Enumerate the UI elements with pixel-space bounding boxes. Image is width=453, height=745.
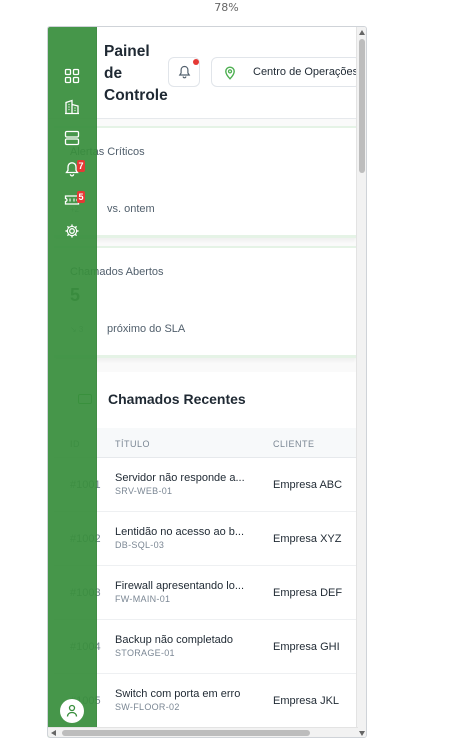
vertical-scroll-thumb[interactable] xyxy=(359,39,365,173)
zoom-level: 78% xyxy=(214,1,239,14)
scroll-left-arrow[interactable] xyxy=(51,730,56,736)
ticket-host: STORAGE-01 xyxy=(115,648,175,658)
location-label: Centro de Operações xyxy=(253,66,359,78)
sidebar-item-dashboard[interactable] xyxy=(62,66,82,86)
table-row[interactable]: #1002 Lentidão no acesso ao b... DB-SQL-… xyxy=(54,512,356,566)
card-note: próximo do SLA xyxy=(107,323,186,335)
location-selector[interactable]: Centro de Operações xyxy=(211,57,361,87)
card-divider xyxy=(54,355,356,358)
table-row[interactable]: #1003 Firewall apresentando lo... FW-MAI… xyxy=(54,566,356,620)
ticket-client: Empresa ABC xyxy=(273,479,343,491)
card-note: vs. ontem xyxy=(107,203,155,215)
building-icon xyxy=(65,99,79,115)
notifications-button[interactable] xyxy=(168,57,200,87)
ticket-title: Backup não completado xyxy=(115,634,234,646)
ticket-host: SRV-WEB-01 xyxy=(115,486,173,496)
column-header-title: TÍTULO xyxy=(115,439,151,449)
scroll-up-arrow[interactable] xyxy=(359,30,365,35)
tickets-count-badge: 5 xyxy=(77,191,85,203)
bell-icon xyxy=(178,65,191,79)
ticket-host: FW-MAIN-01 xyxy=(115,594,171,604)
ticket-title: Lentidão no acesso ao b... xyxy=(115,526,245,538)
ticket-client: Empresa GHI xyxy=(273,641,340,653)
sidebar-item-alerts[interactable]: 7 xyxy=(62,159,85,179)
table-row[interactable]: #1001 Servidor não responde a... SRV-WEB… xyxy=(54,458,356,512)
table-row[interactable]: #1005 Switch com porta em erro SW-FLOOR-… xyxy=(54,674,356,728)
user-profile-button[interactable] xyxy=(60,699,84,723)
app-window: Painel de Controle Centro de Operações A… xyxy=(47,26,367,738)
alerts-count-badge: 7 xyxy=(77,160,85,172)
ticket-title: Firewall apresentando lo... xyxy=(115,580,245,592)
gear-icon xyxy=(65,224,79,238)
ticket-client: Empresa XYZ xyxy=(273,533,342,545)
sidebar-item-tickets[interactable]: 5 xyxy=(62,190,85,210)
user-icon xyxy=(66,704,78,717)
sidebar-item-buildings[interactable] xyxy=(62,97,82,117)
grid-icon xyxy=(64,68,80,84)
sidebar-item-settings[interactable] xyxy=(62,221,82,241)
table-header: ID TÍTULO CLIENTE xyxy=(54,428,356,458)
ticket-client: Empresa DEF xyxy=(273,587,343,599)
map-pin-icon xyxy=(225,66,235,80)
recent-tickets-panel: Chamados Recentes ID TÍTULO CLIENTE #100… xyxy=(54,372,356,737)
notification-dot xyxy=(193,59,199,65)
vertical-scrollbar[interactable] xyxy=(356,27,366,737)
ticket-client: Empresa JKL xyxy=(273,695,340,707)
horizontal-scroll-thumb[interactable] xyxy=(62,730,310,736)
critical-alerts-card[interactable]: Alertas Críticos +2 vs. ontem xyxy=(54,126,356,238)
sidebar: 7 5 xyxy=(48,27,97,737)
server-icon xyxy=(64,130,80,146)
horizontal-scrollbar[interactable] xyxy=(48,727,358,737)
column-header-client: CLIENTE xyxy=(273,439,315,449)
card-divider xyxy=(54,235,356,238)
sidebar-item-servers[interactable] xyxy=(62,128,82,148)
section-title: Chamados Recentes xyxy=(108,391,246,407)
table-row[interactable]: #1004 Backup não completado STORAGE-01 E… xyxy=(54,620,356,674)
page-title: Painel de Controle xyxy=(104,43,168,104)
ticket-host: DB-SQL-03 xyxy=(115,540,165,550)
scroll-down-arrow[interactable] xyxy=(359,731,365,736)
ticket-host: SW-FLOOR-02 xyxy=(115,702,180,712)
ticket-title: Switch com porta em erro xyxy=(115,688,241,700)
ticket-title: Servidor não responde a... xyxy=(115,472,245,484)
open-tickets-card[interactable]: Chamados Abertos 5 ↘ 3 próximo do SLA xyxy=(54,246,356,358)
